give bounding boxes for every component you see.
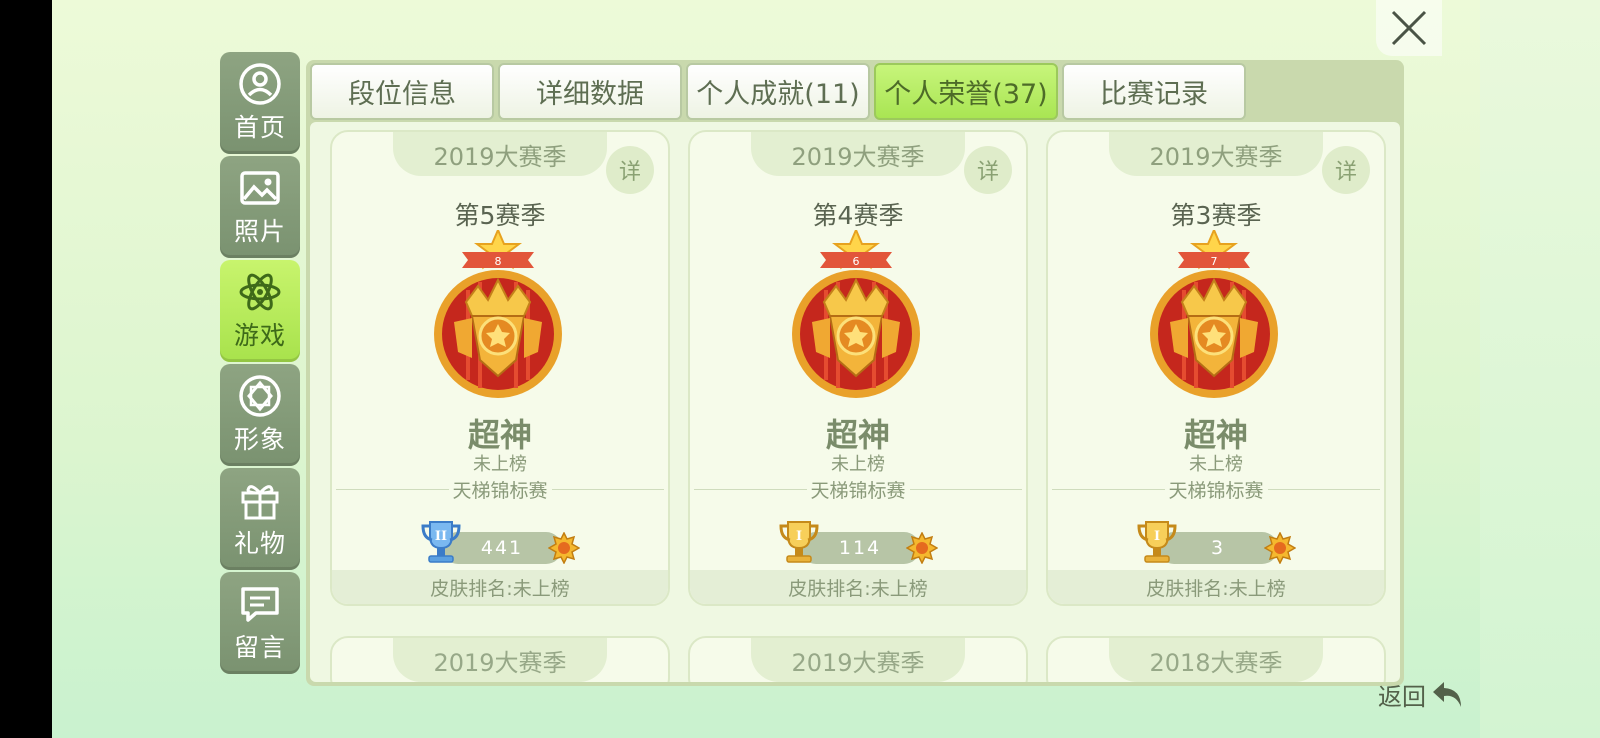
medal-number: 6: [853, 255, 860, 268]
close-button[interactable]: [1376, 0, 1442, 56]
tournament-label: 天梯锦标赛: [1168, 479, 1264, 502]
skin-rank: 皮肤排名:未上榜: [690, 570, 1026, 604]
close-icon: [1391, 10, 1427, 46]
tournament-name: 天梯锦标赛: [690, 474, 1026, 504]
medal-number: 8: [495, 255, 502, 268]
back-label: 返回: [1378, 682, 1426, 711]
gold-trophy-icon: I: [779, 521, 819, 563]
tournament-name: 天梯锦标赛: [1048, 474, 1384, 504]
sidebar-item-gifts[interactable]: 礼物: [220, 468, 300, 570]
gift-icon: [241, 485, 279, 520]
medal-number: 7: [1211, 255, 1218, 268]
rank-status: 未上榜: [831, 454, 885, 475]
skin-rank: 皮肤排名:未上榜: [1048, 570, 1384, 604]
svg-text:I: I: [1154, 529, 1160, 544]
sub-season-label: 第5赛季: [454, 201, 546, 230]
medal-badge-icon: [906, 532, 938, 564]
sidebar-item-games[interactable]: 游戏: [220, 260, 300, 362]
medal-icon: 6: [792, 230, 920, 398]
score-value: 441: [480, 537, 524, 559]
honor-card: 2019大赛季 详 第4赛季 6 超神 未上榜 天梯锦标赛 114 I 皮肤排名…: [688, 130, 1028, 606]
tab-honors[interactable]: 个人荣誉(37): [874, 63, 1058, 120]
season-label: 2019大赛季: [751, 638, 965, 682]
blue-trophy-icon: II: [421, 521, 461, 563]
tab-rank-info[interactable]: 段位信息: [310, 63, 494, 120]
skin-rank: 皮肤排名:未上榜: [332, 570, 668, 604]
rank-status: 未上榜: [473, 454, 527, 475]
main-panel: 段位信息 详细数据 个人成就(11) 个人荣誉(37) 比赛记录 2019大赛季…: [306, 60, 1404, 686]
sidebar-item-label: 首页: [233, 113, 286, 142]
season-label: 2018大赛季: [1109, 638, 1323, 682]
medal-icon: 8: [434, 230, 562, 398]
sub-season-label: 第3赛季: [1170, 201, 1262, 230]
sidebar-item-home[interactable]: 首页: [220, 52, 300, 154]
honor-card: 2019大赛季: [688, 636, 1028, 682]
photo-icon: [240, 171, 280, 205]
rank-status: 未上榜: [1189, 454, 1243, 475]
tab-detailed-data[interactable]: 详细数据: [498, 63, 682, 120]
message-icon: [241, 587, 279, 622]
sidebar-item-label: 游戏: [233, 321, 286, 350]
detail-button[interactable]: 详: [964, 146, 1012, 194]
sidebar-item-label: 礼物: [233, 529, 286, 558]
honor-card: 2019大赛季: [330, 636, 670, 682]
honor-card: 2018大赛季: [1046, 636, 1386, 682]
score-value: 3: [1210, 537, 1226, 559]
sidebar-item-label: 形象: [233, 425, 286, 454]
sidebar-item-label: 照片: [233, 217, 286, 246]
right-edge-background: [1480, 0, 1600, 738]
sidebar-item-appearance[interactable]: 形象: [220, 364, 300, 466]
sub-season-label: 第4赛季: [812, 201, 904, 230]
honor-card: 2019大赛季 详 第5赛季 8 超神 未上榜 天梯锦标赛 441 II 皮肤排…: [330, 130, 670, 606]
medal-badge-icon: [548, 532, 580, 564]
diamond-icon: [239, 375, 281, 417]
sidebar-item-messages[interactable]: 留言: [220, 572, 300, 674]
honor-card: 2019大赛季 详 第3赛季 7 超神 未上榜 天梯锦标赛 3 I 皮肤排名:未…: [1046, 130, 1386, 606]
medal-icon: 7: [1150, 230, 1278, 398]
tournament-name: 天梯锦标赛: [332, 474, 668, 504]
season-label: 2019大赛季: [393, 132, 607, 176]
sidebar-item-label: 留言: [233, 633, 286, 662]
atom-icon: [239, 273, 281, 311]
tab-achievements[interactable]: 个人成就(11): [686, 63, 870, 120]
game-profile-screen: 首页 照片 游戏 形象 礼物 留言 段位信息 详细数据 个人成就(11) 个人荣…: [52, 0, 1480, 738]
user-icon: [239, 63, 281, 105]
honor-list[interactable]: 2019大赛季 详 第5赛季 8 超神 未上榜 天梯锦标赛 441 II 皮肤排…: [310, 122, 1400, 682]
detail-button[interactable]: 详: [1322, 146, 1370, 194]
sidebar-item-photos[interactable]: 照片: [220, 156, 300, 258]
svg-text:I: I: [796, 529, 802, 544]
back-button[interactable]: 返回: [1378, 672, 1480, 716]
season-label: 2019大赛季: [751, 132, 965, 176]
detail-button[interactable]: 详: [606, 146, 654, 194]
tournament-label: 天梯锦标赛: [452, 479, 548, 502]
season-label: 2019大赛季: [1109, 132, 1323, 176]
tab-match-records[interactable]: 比赛记录: [1062, 63, 1246, 120]
tournament-label: 天梯锦标赛: [810, 479, 906, 502]
score-value: 114: [838, 537, 882, 559]
svg-text:II: II: [435, 529, 447, 544]
back-arrow-icon: [1433, 682, 1461, 707]
medal-badge-icon: [1264, 532, 1296, 564]
season-label: 2019大赛季: [393, 638, 607, 682]
gold-trophy-icon: I: [1137, 521, 1177, 563]
